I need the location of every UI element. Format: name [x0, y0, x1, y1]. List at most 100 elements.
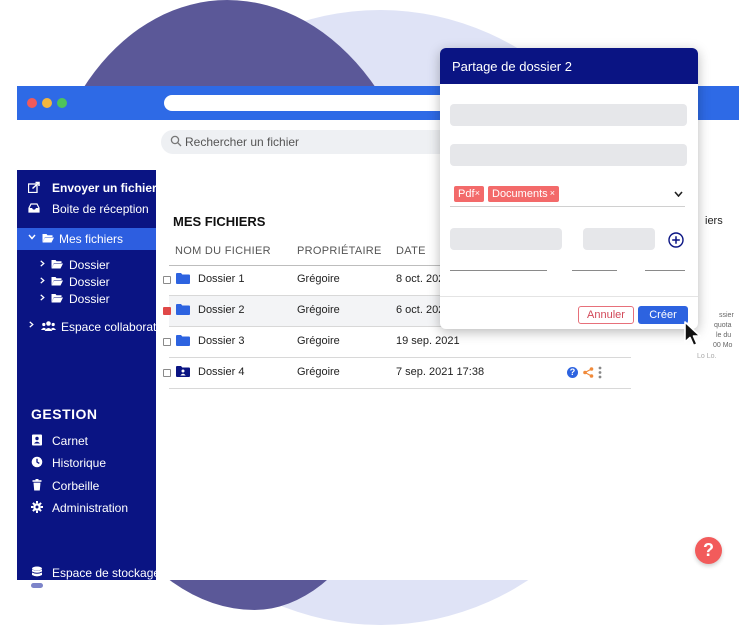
folder-label: Dossier	[69, 275, 110, 289]
folder-icon	[176, 304, 190, 315]
chevron-right-icon	[29, 321, 34, 328]
file-name: Dossier 4	[198, 366, 245, 378]
sidebar-item-label: Espace collaboratif	[61, 320, 163, 334]
search-icon	[170, 135, 182, 147]
sidebar-folder-item[interactable]: Dossier	[17, 273, 156, 290]
storage-used: 1.63 Go	[31, 593, 60, 602]
sidebar-item-send-file[interactable]: Envoyer un fichier	[17, 178, 157, 198]
sidebar-item-label: Envoyer un fichier	[52, 181, 157, 195]
storage-bar-fill	[31, 583, 43, 588]
page-title: MES FICHIERS	[173, 214, 266, 229]
tag-remove-icon[interactable]: ×	[550, 188, 555, 198]
field-placeholder[interactable]	[583, 228, 655, 250]
sidebar-item-label: Carnet	[52, 434, 89, 448]
maximize-dot[interactable]	[57, 98, 67, 108]
tag-chip[interactable]: Documents ×	[488, 186, 559, 202]
search-input[interactable]: Rechercher un fichier	[161, 130, 461, 154]
section-title: GESTION	[31, 406, 98, 422]
add-circle-icon[interactable]	[668, 232, 684, 248]
folder-label: Dossier	[69, 258, 110, 272]
mouse-cursor-icon	[684, 321, 701, 347]
chevron-right-icon	[40, 260, 45, 267]
folder-open-icon	[51, 294, 63, 303]
dialog-header: Partage de dossier 2	[440, 48, 698, 84]
database-icon	[32, 566, 42, 577]
share-out-icon	[28, 181, 40, 193]
help-circle-icon[interactable]: ?	[567, 367, 578, 378]
file-name: Dossier 3	[198, 335, 245, 347]
sidebar-item-address-book[interactable]: Carnet	[17, 431, 156, 451]
folder-open-icon	[51, 260, 63, 269]
file-date: 7 sep. 2021 17:38	[396, 366, 485, 378]
gear-icon	[31, 501, 43, 513]
file-owner: Grégoire	[297, 304, 340, 316]
sidebar-item-label: Boite de réception	[52, 202, 149, 216]
sidebar-item-history[interactable]: Historique	[17, 453, 156, 473]
field-placeholder[interactable]	[450, 144, 687, 166]
folder-icon	[176, 273, 190, 284]
file-name: Dossier 2	[198, 304, 245, 316]
column-header-date[interactable]: DATE	[396, 245, 426, 257]
share-icon[interactable]	[583, 367, 594, 378]
storage-title: Espace de stockage	[17, 563, 160, 583]
right-panel-line: 00 Mo	[713, 342, 733, 349]
dialog-footer-divider	[440, 296, 698, 297]
create-button[interactable]: Créer	[638, 306, 688, 324]
file-date: 19 sep. 2021	[396, 335, 460, 347]
tag-select[interactable]: Pdf × Documents ×	[450, 182, 685, 207]
more-vertical-icon[interactable]	[598, 366, 602, 379]
sidebar-item-my-files[interactable]: Mes fichiers	[17, 228, 156, 250]
row-checkbox-checked[interactable]	[163, 307, 171, 315]
column-header-owner[interactable]: PROPRIÉTAIRE	[297, 245, 382, 257]
close-dot[interactable]	[27, 98, 37, 108]
tag-remove-icon[interactable]: ×	[475, 188, 480, 198]
row-checkbox[interactable]	[163, 276, 171, 284]
trash-icon	[32, 479, 42, 491]
table-row[interactable]: Dossier 4 Grégoire 7 sep. 2021 17:38 ?	[163, 358, 631, 389]
sidebar-item-administration[interactable]: Administration	[17, 498, 156, 518]
sidebar-item-inbox[interactable]: Boite de réception	[17, 199, 156, 219]
inbox-icon	[28, 203, 40, 213]
folder-open-icon	[42, 234, 54, 243]
right-panel-line: le du	[716, 332, 732, 339]
sidebar-folder-item[interactable]: Dossier	[17, 290, 156, 307]
folder-icon	[176, 335, 190, 346]
field-underline	[572, 270, 617, 271]
folder-label: Dossier	[69, 292, 110, 306]
sidebar-item-label: Mes fichiers	[59, 232, 124, 246]
sidebar-folder-item[interactable]: Dossier	[17, 256, 156, 273]
right-panel-line: quota	[714, 322, 732, 329]
dialog-title: Partage de dossier 2	[452, 59, 572, 74]
table-row[interactable]: Dossier 3 Grégoire 19 sep. 2021	[163, 327, 631, 358]
chevron-down-icon	[28, 234, 36, 240]
sidebar-item-trash[interactable]: Corbeille	[17, 476, 156, 496]
help-button[interactable]: ?	[695, 537, 722, 564]
sidebar-item-collab[interactable]: Espace collaboratif	[17, 316, 162, 336]
chevron-down-icon[interactable]	[674, 191, 683, 197]
file-owner: Grégoire	[297, 273, 340, 285]
column-header-name[interactable]: NOM DU FICHIER	[175, 245, 271, 257]
storage-bar	[31, 583, 137, 588]
folder-open-icon	[51, 277, 63, 286]
sidebar-item-label: Corbeille	[52, 479, 100, 493]
right-panel-title: iers	[705, 215, 723, 227]
field-placeholder[interactable]	[450, 228, 562, 250]
right-panel-line: ssier	[719, 312, 734, 319]
storage-total: utilisé(s) sur 15,00 Go	[62, 593, 141, 602]
field-underline	[645, 270, 685, 271]
field-underline	[450, 270, 547, 271]
tag-chip[interactable]: Pdf ×	[454, 186, 484, 202]
row-checkbox[interactable]	[163, 338, 171, 346]
cancel-button[interactable]: Annuler	[578, 306, 634, 324]
field-placeholder[interactable]	[450, 104, 687, 126]
chevron-right-icon	[40, 277, 45, 284]
minimize-dot[interactable]	[42, 98, 52, 108]
row-checkbox[interactable]	[163, 369, 171, 377]
clock-icon	[31, 456, 43, 468]
file-owner: Grégoire	[297, 335, 340, 347]
search-placeholder: Rechercher un fichier	[185, 135, 300, 149]
sidebar-item-label: Administration	[52, 501, 129, 515]
sidebar-item-label: Historique	[52, 456, 107, 470]
file-name: Dossier 1	[198, 273, 245, 285]
storage-usage: 1.63 Go utilisé(s) sur 15,00 Go	[31, 593, 140, 602]
